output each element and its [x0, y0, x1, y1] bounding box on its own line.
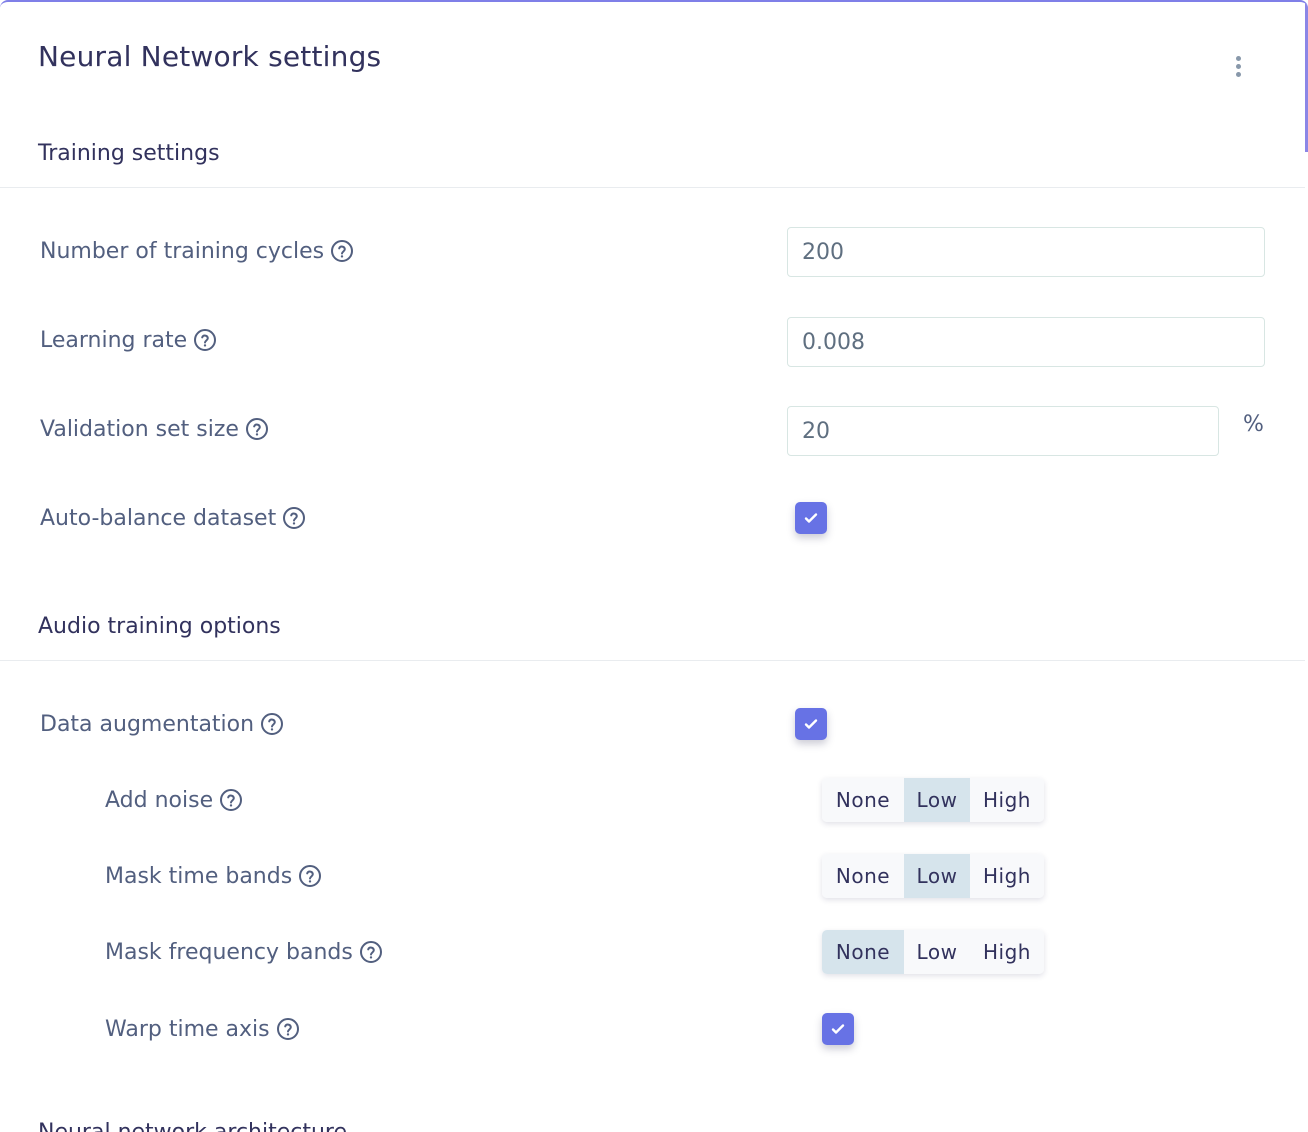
percent-suffix: %: [1243, 412, 1264, 437]
divider: [0, 660, 1305, 661]
data-augmentation-label: Data augmentation: [40, 709, 284, 739]
help-icon[interactable]: [359, 940, 383, 964]
warp-time-label: Warp time axis: [105, 1014, 300, 1044]
option-high[interactable]: High: [970, 854, 1044, 898]
learning-rate-input[interactable]: [787, 317, 1265, 367]
option-low[interactable]: Low: [904, 930, 970, 974]
mask-time-label: Mask time bands: [105, 861, 322, 891]
help-icon[interactable]: [330, 239, 354, 263]
auto-balance-label: Auto-balance dataset: [40, 503, 306, 533]
check-icon: [804, 513, 818, 523]
add-noise-label-text: Add noise: [105, 787, 214, 813]
option-high[interactable]: High: [970, 778, 1044, 822]
help-icon[interactable]: [298, 864, 322, 888]
data-augmentation-label-text: Data augmentation: [40, 711, 255, 737]
mask-time-label-text: Mask time bands: [105, 863, 293, 889]
auto-balance-label-text: Auto-balance dataset: [40, 505, 277, 531]
section-title-training: Training settings: [38, 141, 220, 166]
mask-freq-selector: None Low High: [822, 930, 1044, 974]
learning-rate-label-text: Learning rate: [40, 327, 188, 353]
help-icon[interactable]: [219, 788, 243, 812]
validation-size-label: Validation set size: [40, 414, 269, 444]
option-low[interactable]: Low: [904, 778, 970, 822]
settings-card: Neural Network settings Training setting…: [0, 0, 1308, 1132]
mask-freq-label-text: Mask frequency bands: [105, 939, 353, 965]
divider: [0, 187, 1305, 188]
validation-size-input[interactable]: [787, 406, 1219, 456]
option-none[interactable]: None: [822, 778, 904, 822]
training-cycles-label-text: Number of training cycles: [40, 238, 325, 264]
validation-size-label-text: Validation set size: [40, 416, 239, 442]
section-title-architecture: Neural network architecture: [38, 1120, 347, 1132]
add-noise-label: Add noise: [105, 785, 243, 815]
help-icon[interactable]: [193, 328, 217, 352]
mask-time-selector: None Low High: [822, 854, 1044, 898]
auto-balance-checkbox[interactable]: [795, 502, 827, 534]
help-icon[interactable]: [282, 506, 306, 530]
add-noise-selector: None Low High: [822, 778, 1044, 822]
mask-freq-label: Mask frequency bands: [105, 937, 383, 967]
warp-time-label-text: Warp time axis: [105, 1016, 270, 1042]
option-high[interactable]: High: [970, 930, 1044, 974]
more-options-icon[interactable]: [1226, 52, 1250, 80]
training-cycles-label: Number of training cycles: [40, 236, 354, 266]
help-icon[interactable]: [260, 712, 284, 736]
check-icon: [831, 1024, 845, 1034]
check-icon: [804, 719, 818, 729]
help-icon[interactable]: [245, 417, 269, 441]
section-title-audio: Audio training options: [38, 614, 281, 639]
data-augmentation-checkbox[interactable]: [795, 708, 827, 740]
learning-rate-label: Learning rate: [40, 325, 217, 355]
help-icon[interactable]: [276, 1017, 300, 1041]
training-cycles-input[interactable]: [787, 227, 1265, 277]
page-title: Neural Network settings: [38, 40, 382, 73]
warp-time-checkbox[interactable]: [822, 1013, 854, 1045]
option-none[interactable]: None: [822, 930, 904, 974]
option-low[interactable]: Low: [904, 854, 970, 898]
option-none[interactable]: None: [822, 854, 904, 898]
